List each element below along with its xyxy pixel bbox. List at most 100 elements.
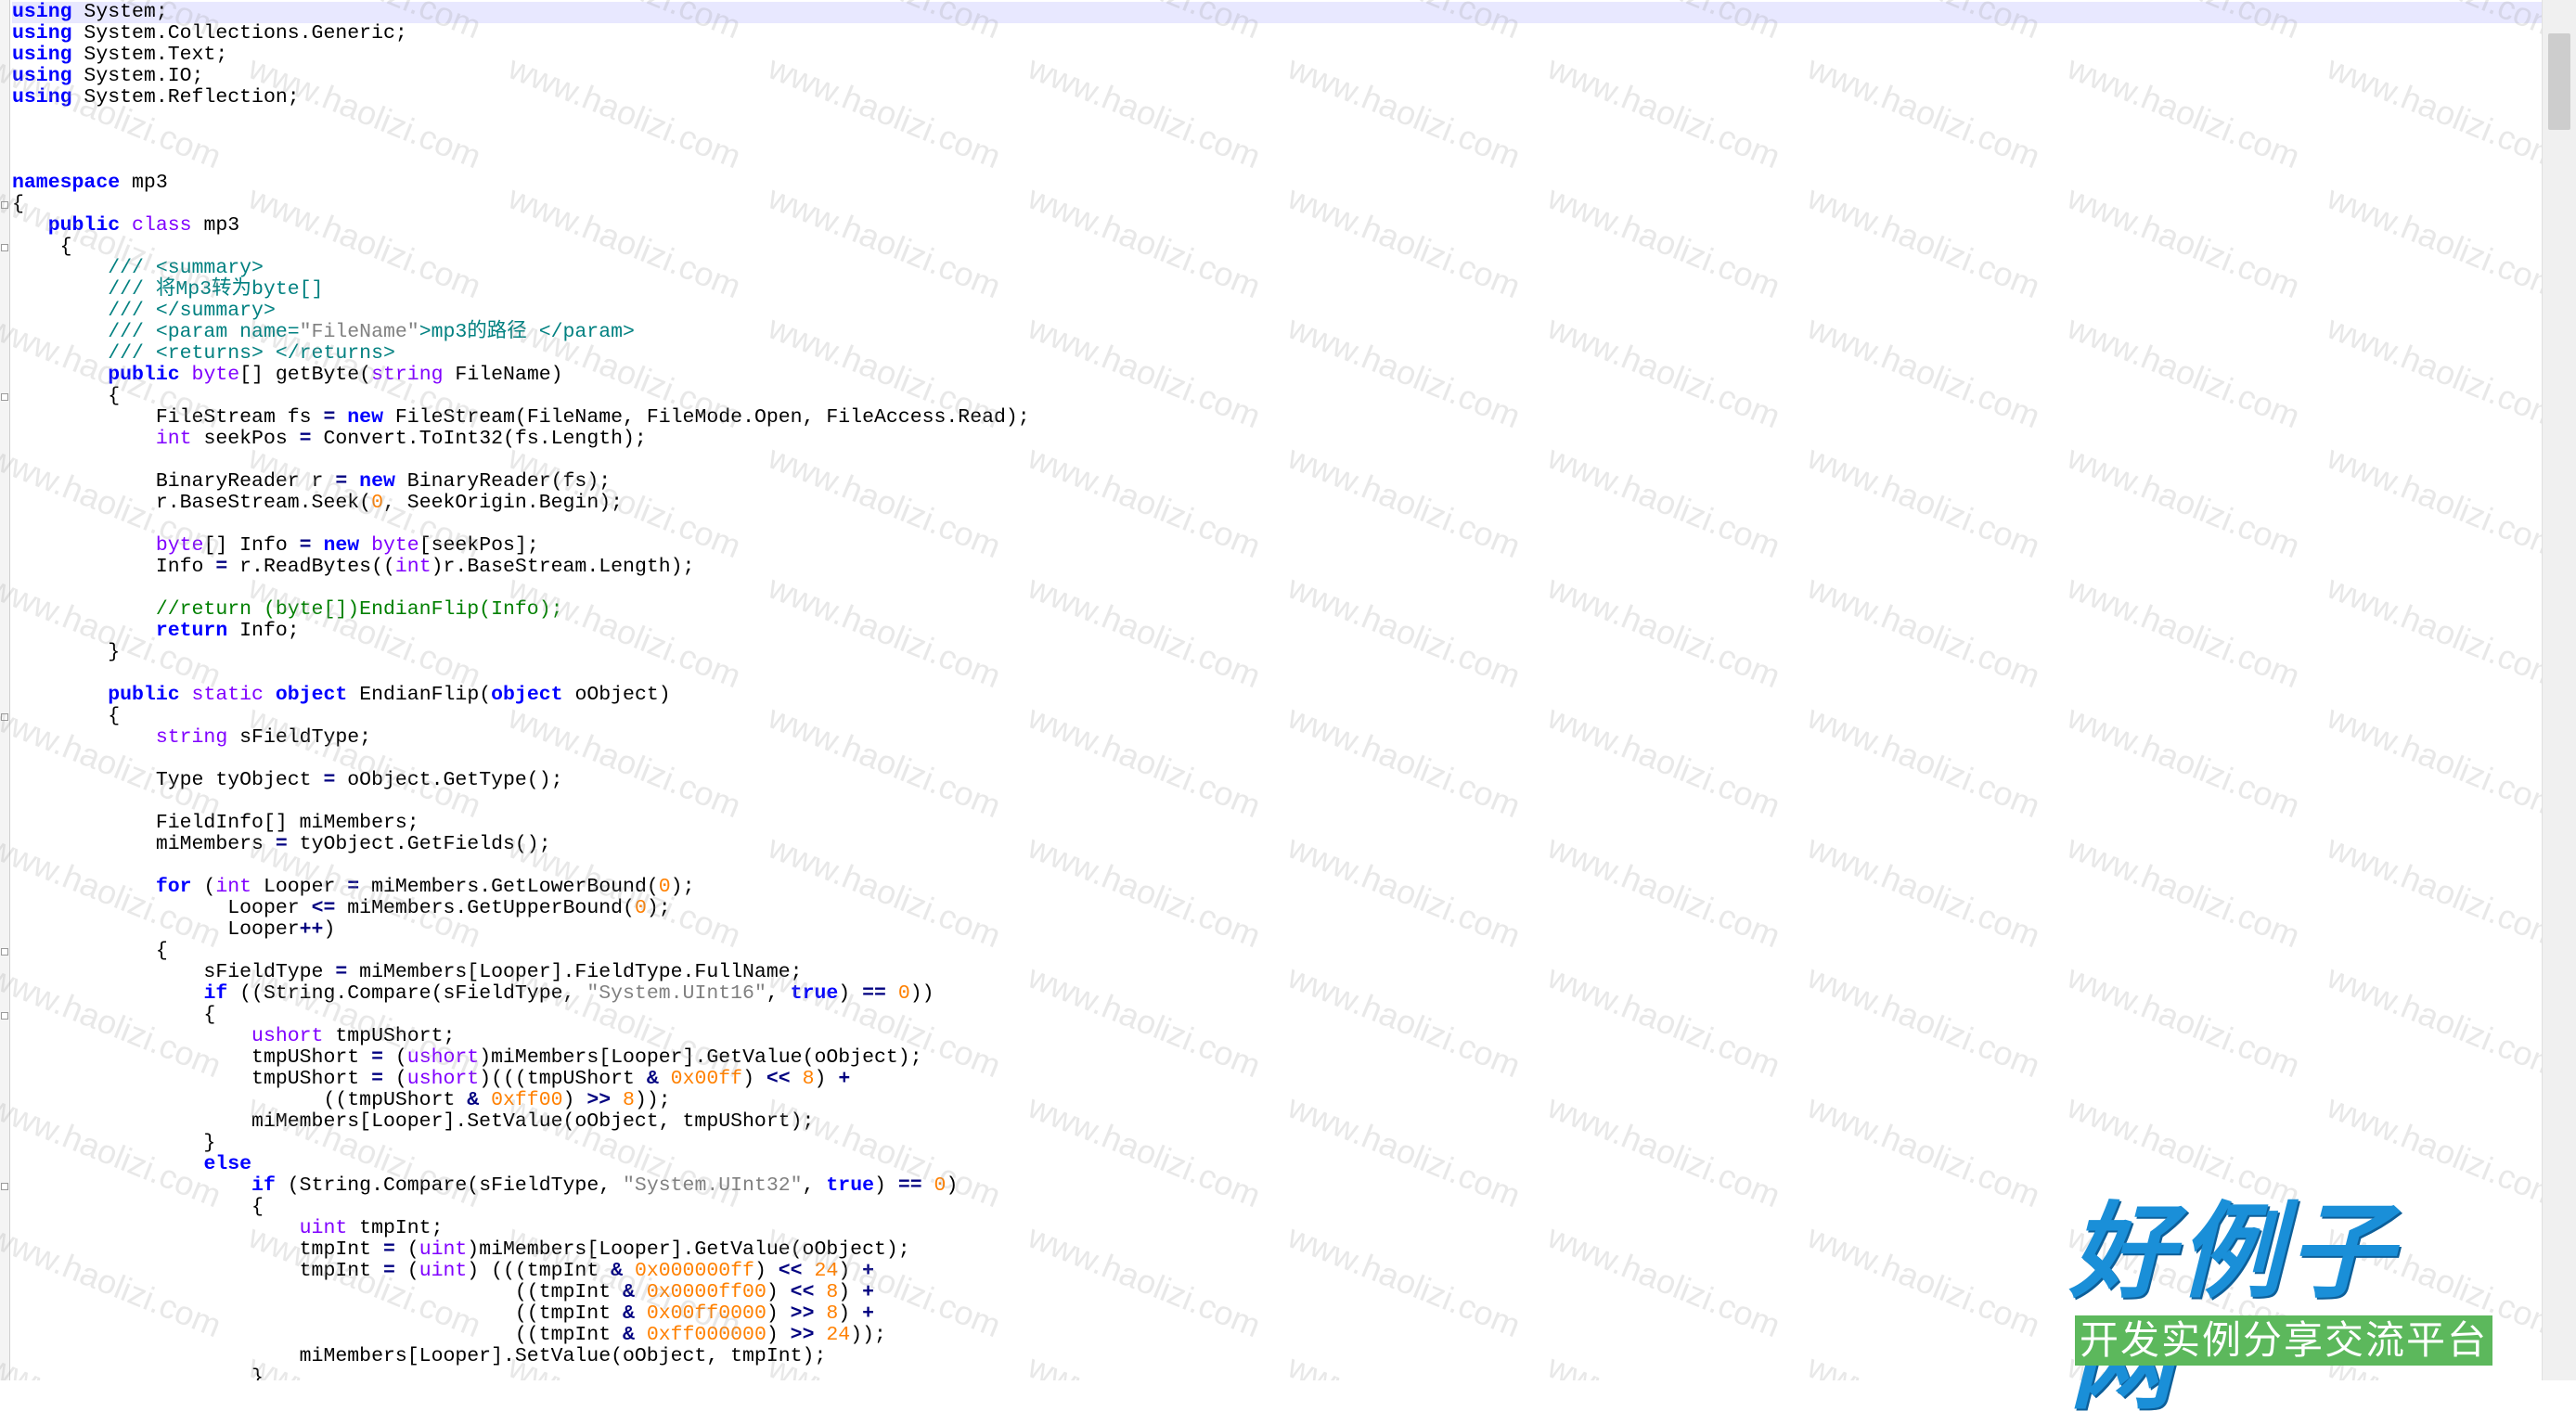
code-line[interactable]: } [12, 642, 2543, 663]
code-line[interactable]: Looper++) [12, 919, 2543, 941]
code-token: BinaryReader(fs); [394, 470, 612, 493]
fold-toggle-icon[interactable] [1, 244, 8, 251]
code-token: new [359, 470, 395, 493]
code-line[interactable]: r.BaseStream.Seek(0, SeekOrigin.Begin); [12, 493, 2543, 514]
code-line[interactable]: /// <returns> </returns> [12, 343, 2543, 365]
code-line[interactable]: FileStream fs = new FileStream(FileName,… [12, 407, 2543, 429]
code-token: ) [766, 1302, 791, 1325]
code-token: == [897, 1174, 922, 1197]
code-token: 8 [623, 1089, 635, 1111]
code-token: new [323, 534, 360, 557]
code-line[interactable]: tmpUShort = (ushort)(((tmpUShort & 0x00f… [12, 1069, 2543, 1090]
code-token: ) [874, 1174, 898, 1197]
code-line[interactable]: /// <param name="FileName">mp3的路径 </para… [12, 322, 2543, 343]
code-token: >> [790, 1302, 815, 1325]
code-token: FileStream fs [12, 406, 324, 429]
code-line[interactable]: return Info; [12, 621, 2543, 642]
code-text-area[interactable]: using System; using System.Collections.Ge… [12, 2, 2543, 1380]
code-line[interactable]: ((tmpUShort & 0xff00) >> 8)); [12, 1090, 2543, 1111]
fold-toggle-icon[interactable] [1, 1012, 8, 1020]
code-line[interactable] [12, 855, 2543, 877]
code-token: mp3 [120, 172, 168, 194]
code-token: [] Info [203, 534, 300, 557]
code-line[interactable]: else [12, 1154, 2543, 1175]
code-token: ) [838, 1281, 863, 1303]
fold-toggle-icon[interactable] [1, 201, 8, 209]
code-line[interactable]: Looper <= miMembers.GetUpperBound(0); [12, 898, 2543, 919]
code-line[interactable]: { [12, 237, 2543, 258]
fold-toggle-icon[interactable] [1, 713, 8, 721]
code-line[interactable]: byte[] Info = new byte[seekPos]; [12, 535, 2543, 557]
code-line[interactable]: using System.IO; [12, 66, 2543, 87]
code-line[interactable]: } [12, 1133, 2543, 1154]
code-line[interactable]: using System; [12, 2, 2543, 23]
code-token: tmpUShort; [323, 1025, 456, 1047]
code-line[interactable]: miMembers[Looper].SetValue(oObject, tmpU… [12, 1111, 2543, 1133]
code-line[interactable]: miMembers = tyObject.GetFields(); [12, 834, 2543, 855]
code-token: + [862, 1281, 875, 1303]
fold-margin[interactable] [0, 0, 10, 1380]
code-line[interactable]: /// <summary> [12, 258, 2543, 279]
code-line[interactable]: using System.Collections.Generic; [12, 23, 2543, 45]
code-line[interactable]: namespace mp3 [12, 173, 2543, 194]
code-token: )miMembers[Looper].GetValue(oObject); [467, 1238, 910, 1261]
code-line[interactable] [12, 109, 2543, 130]
code-line[interactable] [12, 151, 2543, 173]
code-line[interactable] [12, 578, 2543, 599]
code-token: string [155, 726, 228, 749]
code-line[interactable]: for (int Looper = miMembers.GetLowerBoun… [12, 877, 2543, 898]
code-line[interactable]: FieldInfo[] miMembers; [12, 813, 2543, 834]
scrollbar-thumb[interactable] [2548, 33, 2570, 130]
code-line[interactable]: /// </summary> [12, 301, 2543, 322]
code-line[interactable]: /// 将Mp3转为byte[] [12, 279, 2543, 301]
code-line[interactable]: string sFieldType; [12, 727, 2543, 749]
code-line[interactable] [12, 663, 2543, 685]
code-line[interactable]: using System.Text; [12, 45, 2543, 66]
code-line[interactable] [12, 749, 2543, 770]
fold-toggle-icon[interactable] [1, 393, 8, 401]
code-line[interactable] [12, 450, 2543, 471]
code-line[interactable]: public static object EndianFlip(object o… [12, 685, 2543, 706]
code-line[interactable]: public class mp3 [12, 215, 2543, 237]
code-line[interactable]: BinaryReader r = new BinaryReader(fs); [12, 471, 2543, 493]
fold-toggle-icon[interactable] [1, 948, 8, 956]
fold-toggle-icon[interactable] [1, 1183, 8, 1190]
code-line[interactable]: sFieldType = miMembers[Looper].FieldType… [12, 962, 2543, 983]
code-line[interactable] [12, 130, 2543, 151]
code-token: << [766, 1068, 791, 1090]
code-line[interactable]: { [12, 386, 2543, 407]
code-token: ); [670, 876, 695, 898]
code-token: + [838, 1068, 851, 1090]
code-token: using [12, 44, 72, 66]
code-token: object [491, 684, 563, 706]
code-line[interactable]: { [12, 706, 2543, 727]
code-line[interactable]: { [12, 941, 2543, 962]
code-line[interactable]: if ((String.Compare(sFieldType, "System.… [12, 983, 2543, 1005]
code-line[interactable]: Type tyObject = oObject.GetType(); [12, 770, 2543, 791]
code-line[interactable] [12, 791, 2543, 813]
code-line[interactable]: { [12, 194, 2543, 215]
code-line[interactable]: public byte[] getByte(string FileName) [12, 365, 2543, 386]
code-line[interactable]: ushort tmpUShort; [12, 1026, 2543, 1047]
code-line[interactable] [12, 514, 2543, 535]
vertical-scrollbar[interactable] [2542, 0, 2576, 1380]
code-token: = [215, 556, 228, 578]
code-token: BinaryReader r [12, 470, 336, 493]
code-line[interactable]: using System.Reflection; [12, 87, 2543, 109]
code-token: )miMembers[Looper].GetValue(oObject); [479, 1046, 922, 1069]
code-line[interactable]: { [12, 1005, 2543, 1026]
code-line[interactable]: tmpUShort = (ushort)miMembers[Looper].Ge… [12, 1047, 2543, 1069]
code-token: System.Reflection; [71, 86, 300, 109]
code-line[interactable]: Info = r.ReadBytes((int)r.BaseStream.Len… [12, 557, 2543, 578]
code-editor[interactable]: using System; using System.Collections.Ge… [0, 0, 2543, 1380]
code-token: { [12, 940, 168, 962]
code-token: using [12, 65, 72, 87]
code-token: ) [742, 1068, 766, 1090]
code-line[interactable]: int seekPos = Convert.ToInt32(fs.Length)… [12, 429, 2543, 450]
code-line[interactable]: //return (byte[])EndianFlip(Info); [12, 599, 2543, 621]
